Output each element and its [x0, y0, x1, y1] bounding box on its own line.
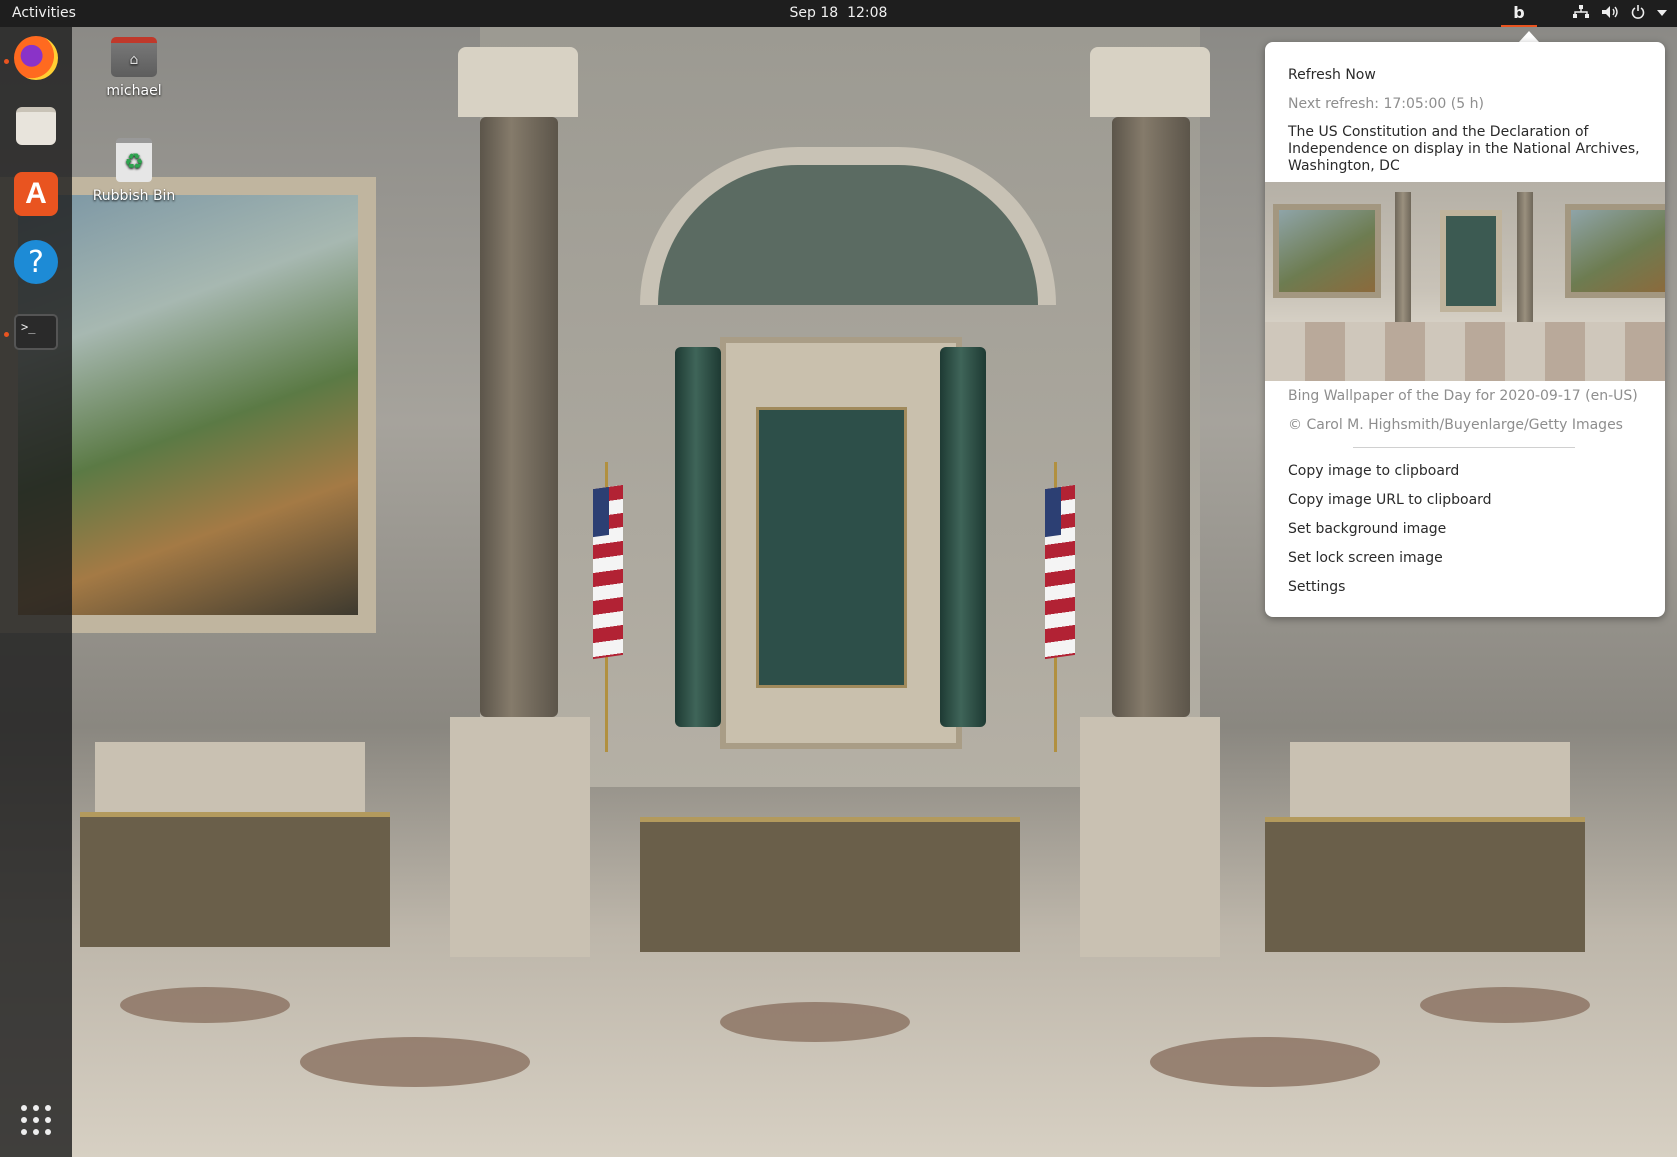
settings-item[interactable]: Settings — [1288, 579, 1647, 595]
trash-icon: ♻ — [116, 138, 152, 182]
dock-firefox[interactable] — [10, 32, 62, 84]
floor-inlay — [1420, 987, 1590, 1023]
running-indicator — [4, 59, 9, 64]
next-refresh-label: Next refresh: 17:05:00 (5 h) — [1288, 96, 1484, 112]
dock-terminal[interactable]: >_ — [10, 306, 62, 358]
running-indicator — [4, 332, 9, 337]
files-icon — [16, 107, 56, 145]
thumb-mural-right — [1565, 204, 1665, 298]
wallpaper-pedestal — [450, 717, 590, 957]
home-folder-icon: ⌂ — [111, 37, 157, 77]
network-icon[interactable] — [1573, 4, 1589, 23]
wallpaper-column — [940, 347, 986, 727]
copyright-label: © Carol M. Highsmith/Buyenlarge/Getty Im… — [1288, 417, 1623, 433]
wallpaper-column — [675, 347, 721, 727]
ubuntu-software-icon: A — [14, 172, 58, 216]
bing-wallpaper-icon[interactable]: b — [1501, 0, 1537, 27]
wallpaper-display-case — [80, 812, 390, 947]
thumb-column — [1395, 192, 1411, 332]
thumb-shrine — [1440, 210, 1502, 312]
app-grid-icon[interactable] — [21, 1105, 51, 1135]
volume-icon[interactable] — [1601, 5, 1619, 23]
wallpaper-capital — [1090, 47, 1210, 117]
us-flag — [593, 484, 623, 660]
clock-time: 12:08 — [847, 5, 888, 21]
chevron-down-icon[interactable] — [1657, 6, 1667, 21]
thumb-mural-left — [1273, 204, 1381, 298]
menu-pointer — [1519, 31, 1539, 42]
wallpaper-shrine-panel — [756, 407, 907, 688]
us-flag — [1045, 484, 1075, 660]
wallpaper-thumbnail[interactable] — [1265, 182, 1665, 381]
power-icon[interactable] — [1631, 4, 1645, 23]
set-lock-screen-item[interactable]: Set lock screen image — [1288, 550, 1647, 566]
refresh-now-item[interactable]: Refresh Now — [1288, 67, 1647, 83]
terminal-icon: >_ — [14, 314, 58, 350]
wallpaper-column — [1112, 117, 1190, 717]
bing-wallpaper-menu: Refresh Now Next refresh: 17:05:00 (5 h)… — [1265, 42, 1665, 617]
floor-inlay — [300, 1037, 530, 1087]
wallpaper-column — [480, 117, 558, 717]
copy-image-item[interactable]: Copy image to clipboard — [1288, 463, 1647, 479]
wallpaper-capital — [458, 47, 578, 117]
dock-files[interactable] — [10, 100, 62, 152]
menu-separator — [1353, 447, 1575, 448]
desktop-home-folder[interactable]: ⌂ michael — [79, 37, 189, 99]
wallpaper-display-case — [640, 817, 1020, 952]
thumb-column — [1517, 192, 1533, 332]
dock-help[interactable]: ? — [10, 236, 62, 288]
wallpaper-info-label: Bing Wallpaper of the Day for 2020-09-17… — [1288, 388, 1638, 404]
home-folder-label: michael — [106, 83, 162, 99]
trash-label: Rubbish Bin — [92, 188, 176, 204]
image-title-item[interactable]: The US Constitution and the Declaration … — [1288, 124, 1647, 175]
help-icon: ? — [14, 240, 58, 284]
floor-inlay — [1150, 1037, 1380, 1087]
copy-image-url-item[interactable]: Copy image URL to clipboard — [1288, 492, 1647, 508]
firefox-icon — [14, 36, 58, 80]
clock-date: Sep 18 — [789, 5, 839, 21]
clock[interactable]: Sep 18 12:08 — [0, 5, 1677, 21]
thumb-floor — [1265, 322, 1665, 381]
floor-inlay — [120, 987, 290, 1023]
set-background-item[interactable]: Set background image — [1288, 521, 1647, 537]
floor-inlay — [720, 1002, 910, 1042]
desktop-trash[interactable]: ♻ Rubbish Bin — [79, 138, 189, 204]
dock-ubuntu-software[interactable]: A — [10, 168, 62, 220]
wallpaper-display-case — [1265, 817, 1585, 952]
dock: A ? >_ — [0, 27, 72, 1157]
top-bar: Activities Sep 18 12:08 b — [0, 0, 1677, 27]
wallpaper-pedestal — [1080, 717, 1220, 957]
system-tray: b — [1501, 0, 1667, 27]
